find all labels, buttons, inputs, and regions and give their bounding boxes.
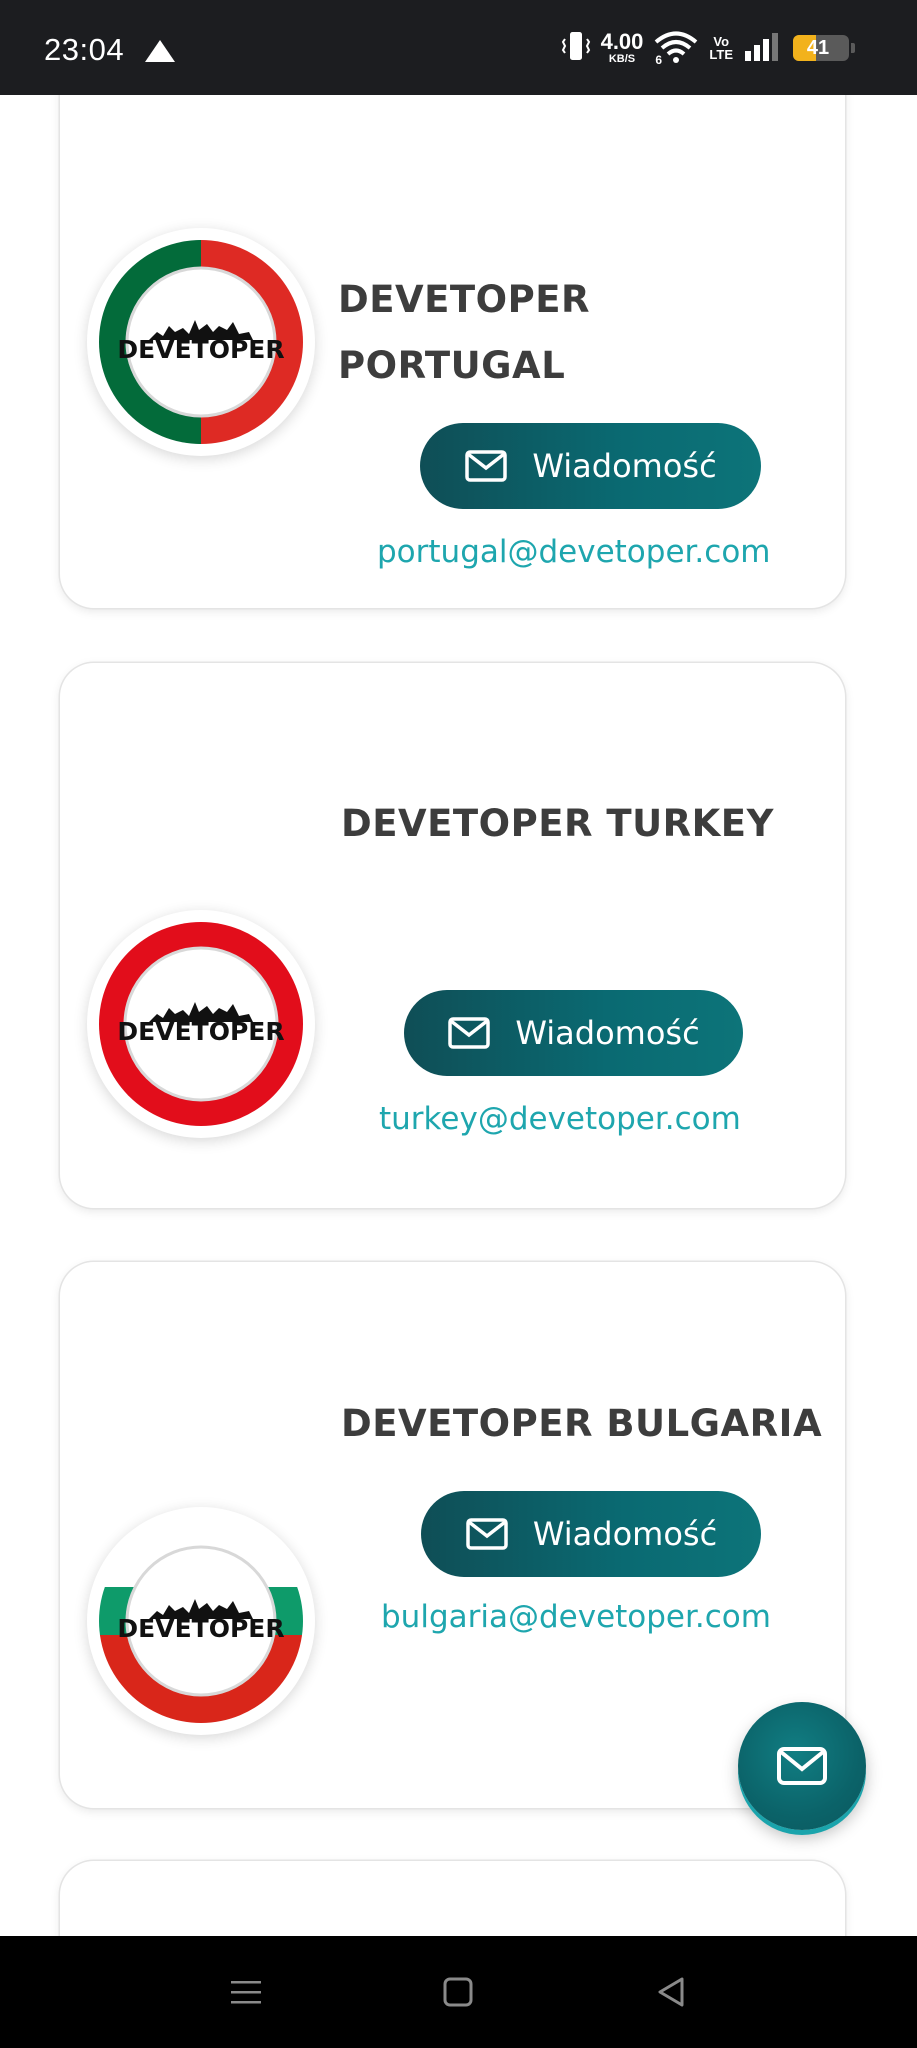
message-button[interactable]: Wiadomość [404,990,743,1076]
home-square-icon[interactable] [428,1962,488,2022]
battery-level: 41 [806,37,830,59]
wifi-icon: 6 [653,31,699,67]
country-logo-bulgaria: DEVETOPER [87,1507,315,1735]
battery-tip [851,43,855,53]
volte-indicator: Vo LTE [709,35,733,61]
alert-triangle-icon [143,38,177,69]
battery-icon: 41 [793,35,849,61]
logo-text: DEVETOPER [117,335,284,364]
status-bar: 23:04 4.00 KB/S 6 Vo LTE 41 [0,0,917,95]
envelope-icon [466,1518,508,1550]
contact-title: DEVETOPER TURKEY [341,802,774,845]
network-speed: 4.00 KB/S [601,31,644,65]
envelope-icon [465,450,508,482]
message-button[interactable]: Wiadomość [420,423,761,509]
contact-card-turkey: DEVETOPER DEVETOPER TURKEY Wiadomość tur… [60,663,845,1208]
message-button-label: Wiadomość [515,1014,700,1052]
contact-email-link[interactable]: portugal@devetoper.com [377,534,770,570]
contact-email-link[interactable]: turkey@devetoper.com [379,1101,741,1137]
network-speed-value: 4.00 [600,29,644,54]
contact-card-portugal: DEVETOPER DEVETOPER PORTUGAL Wiadomość p… [60,95,845,608]
message-button[interactable]: Wiadomość [421,1491,761,1577]
contact-title: DEVETOPER BULGARIA [341,1402,823,1445]
vibrate-icon [561,29,591,68]
network-speed-unit: KB/S [608,53,636,65]
network-generation: 6 [655,53,663,67]
logo-text: DEVETOPER [117,1614,284,1643]
country-logo-turkey: DEVETOPER [87,910,315,1138]
contact-email-link[interactable]: bulgaria@devetoper.com [381,1599,771,1635]
back-triangle-icon[interactable] [641,1962,701,2022]
contact-list[interactable]: DEVETOPER DEVETOPER PORTUGAL Wiadomość p… [0,95,917,1936]
message-button-label: Wiadomość [532,1515,718,1553]
contact-title: DEVETOPER PORTUGAL [338,278,590,387]
signal-icon [743,31,783,66]
status-icons: 4.00 KB/S 6 Vo LTE 41 [561,28,855,68]
logo-text: DEVETOPER [117,1017,284,1046]
envelope-icon [448,1017,491,1049]
menu-icon[interactable] [216,1962,276,2022]
message-button-label: Wiadomość [532,447,717,485]
contact-card-next [60,1861,845,1936]
volte-bottom: LTE [709,47,733,62]
compose-message-fab[interactable] [738,1702,866,1830]
country-logo-portugal: DEVETOPER [87,228,315,456]
envelope-icon [777,1747,827,1785]
status-time: 23:04 [44,32,125,67]
contact-card-bulgaria: DEVETOPER DEVETOPER BULGARIA Wiadomość b… [60,1262,845,1808]
system-navigation-bar [0,1936,917,2048]
